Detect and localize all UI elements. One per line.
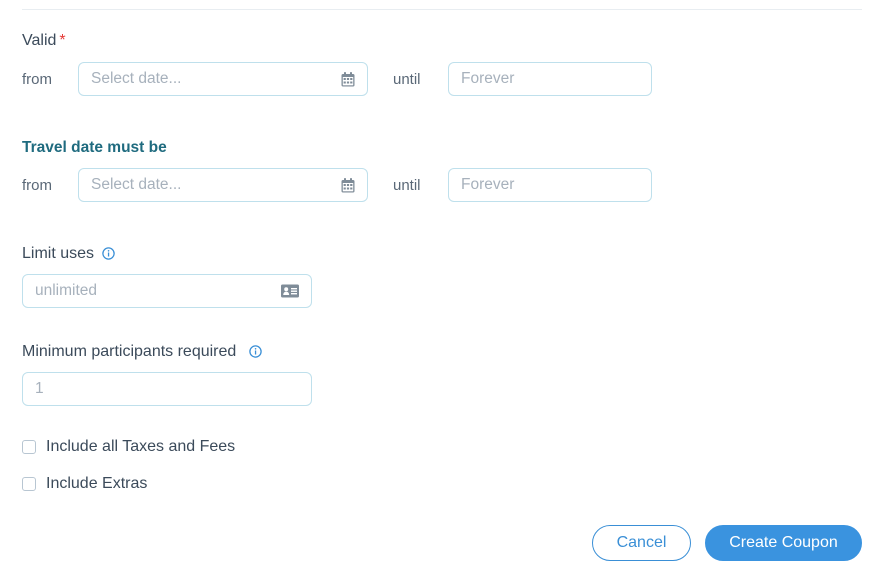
valid-label: Valid * [22,32,66,49]
valid-until-placeholder: Forever [461,70,515,87]
top-divider [22,9,862,10]
travel-until-input[interactable]: Forever [448,168,652,202]
travel-until-label: until [393,177,421,194]
travel-date-heading: Travel date must be [22,139,167,156]
id-card-icon [281,284,299,298]
create-coupon-button[interactable]: Create Coupon [705,525,862,561]
travel-until-placeholder: Forever [461,176,515,193]
info-icon[interactable] [249,345,262,358]
travel-from-placeholder: Select date... [91,176,182,193]
min-participants-placeholder: 1 [35,380,44,397]
valid-until-input[interactable]: Forever [448,62,652,96]
valid-from-date-input[interactable]: Select date... [78,62,368,96]
include-extras-checkbox[interactable] [22,477,36,491]
travel-from-label: from [22,177,52,194]
cancel-button[interactable]: Cancel [592,525,691,561]
valid-from-placeholder: Select date... [91,70,182,87]
valid-until-label: until [393,71,421,88]
limit-uses-placeholder: unlimited [35,282,98,299]
calendar-icon[interactable] [341,71,355,87]
calendar-icon[interactable] [341,177,355,193]
valid-from-label: from [22,71,52,88]
travel-from-date-input[interactable]: Select date... [78,168,368,202]
info-icon[interactable] [102,247,115,260]
create-coupon-button-label: Create Coupon [729,534,838,551]
limit-uses-label: Limit uses [22,245,95,262]
min-participants-label: Minimum participants required [22,343,237,360]
cancel-button-label: Cancel [616,534,667,551]
required-mark: * [59,32,66,49]
include-taxes-label[interactable]: Include all Taxes and Fees [46,438,235,456]
min-participants-input[interactable]: 1 [22,372,312,406]
limit-uses-input[interactable]: unlimited [22,274,312,308]
include-extras-label[interactable]: Include Extras [46,475,147,493]
include-taxes-checkbox[interactable] [22,440,36,454]
